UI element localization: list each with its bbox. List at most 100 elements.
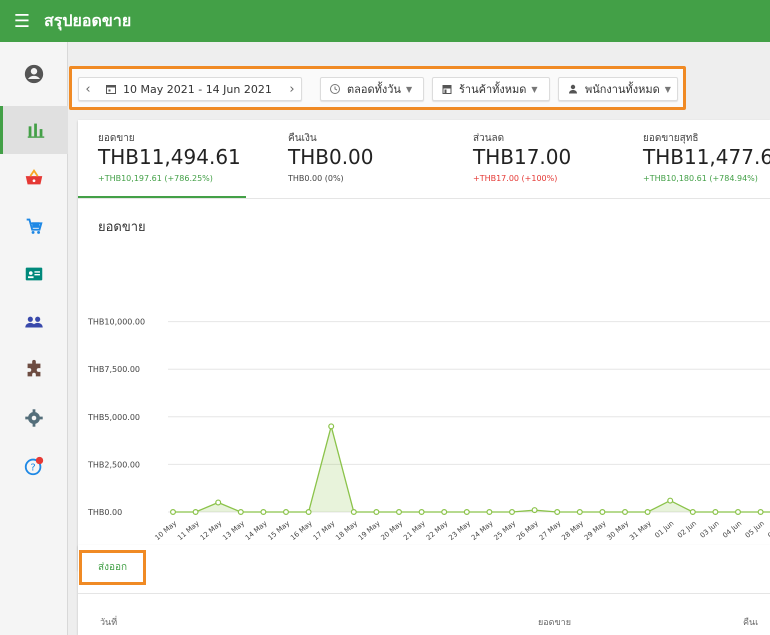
x-tick-label: 10 May [154,519,179,542]
people-icon[interactable] [0,298,68,346]
data-point [305,509,312,516]
app-root: ☰ สรุปยอดขาย ? ‹ 10 May 2021 - 14 Jun 20… [0,0,770,635]
y-tick-label: THB0.00 [87,508,122,517]
x-tick-label: 30 May [606,519,631,542]
data-point [441,509,448,516]
data-point [667,497,674,504]
x-tick-label: 19 May [357,519,382,542]
employee-filter-dropdown[interactable]: พนักงานทั้งหมด ▼ [558,77,678,101]
chevron-down-icon: ▼ [664,84,671,94]
next-period-button[interactable]: › [283,82,301,97]
data-point [396,509,403,516]
svg-text:?: ? [30,463,35,474]
sidebar: ? [0,42,68,635]
gear-icon[interactable] [0,394,68,442]
x-tick-label: 31 May [628,519,653,542]
x-tick-label: 06 Jun [766,519,770,539]
filter-toolbar: ‹ 10 May 2021 - 14 Jun 2021 › ตลอดทั้งวั… [69,66,686,110]
data-point [554,509,561,516]
hamburger-menu-icon[interactable]: ☰ [0,0,44,42]
column-header-sales: ยอดขาย [538,618,572,628]
prev-period-button[interactable]: ‹ [79,82,97,97]
x-tick-label: 12 May [199,519,224,542]
sales-chart: THB0.00 THB2,500.00 THB5,000.00 THB7,500.00… [87,318,770,542]
y-tick-label: THB10,000.00 [87,318,145,327]
data-point [509,509,516,516]
calendar-icon [106,85,116,94]
x-tick-label: 05 Jun [744,519,766,539]
x-tick-label: 17 May [312,519,337,542]
data-point [373,509,380,516]
y-tick-label: THB2,500.00 [87,460,140,469]
x-tick-label: 13 May [221,519,246,542]
export-card: ส่งออก วันที่ ยอดขาย คืนเ [78,545,770,635]
x-tick-label: 26 May [515,519,540,542]
top-app-bar: ☰ สรุปยอดขาย [0,0,770,42]
data-point [734,509,741,516]
series-area [173,426,770,512]
x-tick-label: 22 May [425,519,450,542]
x-tick-label: 04 Jun [721,519,743,539]
data-point [531,507,538,514]
data-point [486,509,493,516]
badge-icon[interactable] [0,250,68,298]
data-point [169,509,176,516]
data-point [328,423,335,430]
employee-filter-label: พนักงานทั้งหมด [585,83,660,96]
y-tick-label: THB7,500.00 [87,365,140,374]
x-tick-label: 27 May [538,519,563,542]
data-point [237,509,244,516]
data-point [260,509,267,516]
puzzle-icon[interactable] [0,346,68,394]
data-point [192,509,199,516]
store-icon [442,85,452,94]
data-point [215,499,222,506]
data-point [463,509,470,516]
data-point [576,509,583,516]
clock-icon [330,84,340,94]
x-tick-label: 16 May [289,519,314,542]
y-tick-label: THB5,000.00 [87,413,140,422]
column-header-date: วันที่ [100,618,118,628]
x-tick-label: 24 May [470,519,495,542]
page-title: สรุปยอดขาย [44,10,132,30]
x-tick-label: 20 May [380,519,405,542]
time-filter-dropdown[interactable]: ตลอดทั้งวัน ▼ [320,77,424,101]
x-tick-label: 25 May [493,519,518,542]
data-point [283,509,290,516]
x-tick-label: 21 May [402,519,427,542]
help-notification-icon[interactable]: ? [0,442,68,490]
data-point [689,509,696,516]
person-icon [569,84,577,94]
store-filter-label: ร้านค้าทั้งหมด [459,83,527,96]
account-circle-icon[interactable] [0,50,68,98]
x-tick-label: 29 May [583,519,608,542]
column-header-refund: คืนเ [743,618,759,628]
store-filter-dropdown[interactable]: ร้านค้าทั้งหมด ▼ [432,77,550,101]
data-point [621,509,628,516]
x-tick-label: 15 May [267,519,292,542]
sales-summary-card: ยอดขาย THB11,494.61 +THB10,197.61 (+786.… [78,120,770,570]
x-tick-label: 14 May [244,519,269,542]
chevron-down-icon: ▼ [405,84,413,94]
x-tick-label: 18 May [334,519,359,542]
date-range-picker[interactable]: ‹ 10 May 2021 - 14 Jun 2021 › [78,77,302,101]
data-point [599,509,606,516]
date-range-label: 10 May 2021 - 14 Jun 2021 [123,82,272,96]
main-content: ‹ 10 May 2021 - 14 Jun 2021 › ตลอดทั้งวั… [69,42,770,635]
bar-chart-icon[interactable] [0,106,68,154]
cart-icon[interactable] [0,202,68,250]
basket-icon[interactable] [0,154,68,202]
data-point [644,509,651,516]
data-point [418,509,425,516]
x-tick-label: 23 May [447,519,472,542]
chevron-down-icon: ▼ [531,84,538,94]
data-point [757,509,764,516]
x-tick-label: 01 Jun [653,519,675,539]
time-filter-label: ตลอดทั้งวัน [347,83,401,96]
series-line [173,423,770,513]
divider [78,593,770,594]
export-button[interactable]: ส่งออก [79,550,146,585]
x-tick-label: 02 Jun [676,519,698,539]
data-point [350,509,357,516]
